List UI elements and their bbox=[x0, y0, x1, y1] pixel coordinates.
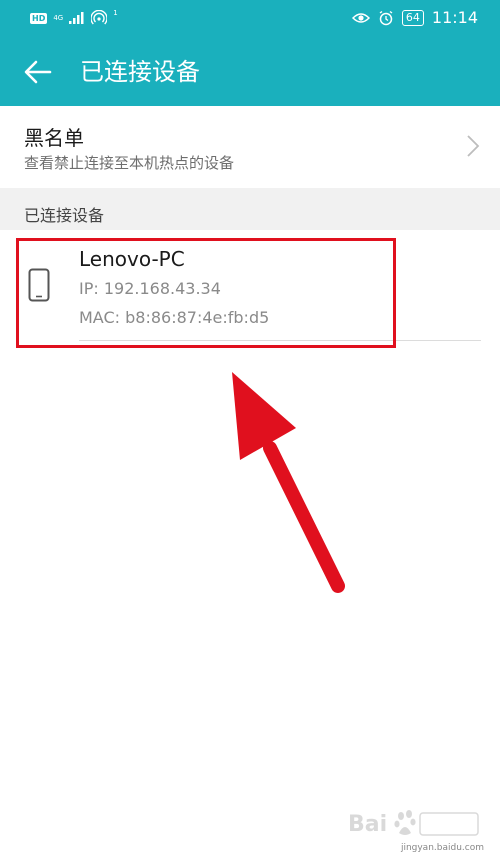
device-name: Lenovo-PC bbox=[79, 247, 185, 271]
chevron-right-icon bbox=[467, 135, 480, 157]
clock: 11:14 bbox=[431, 8, 478, 27]
back-arrow-icon[interactable] bbox=[22, 56, 54, 88]
status-right: 64 11:14 bbox=[351, 8, 478, 27]
page-title: 已连接设备 bbox=[80, 58, 200, 86]
device-mac: MAC: b8:86:87:4e:fb:d5 bbox=[79, 308, 270, 327]
blacklist-subtitle: 查看禁止连接至本机热点的设备 bbox=[24, 154, 235, 172]
app-bar: 已连接设备 bbox=[0, 38, 500, 106]
svg-text:Bai: Bai bbox=[348, 812, 387, 837]
section-header: 已连接设备 bbox=[0, 188, 500, 230]
hotspot-icon bbox=[91, 10, 108, 25]
section-header-label: 已连接设备 bbox=[24, 206, 105, 225]
hd-badge: HD bbox=[30, 12, 48, 24]
divider bbox=[79, 340, 481, 341]
blacklist-title: 黑名单 bbox=[24, 126, 84, 150]
battery-icon: 64 bbox=[401, 9, 424, 26]
watermark-url: jingyan.baidu.com bbox=[400, 843, 484, 853]
phone-icon bbox=[28, 268, 50, 302]
baidu-watermark-logo: Bai bbox=[348, 810, 479, 837]
device-ip: IP: 192.168.43.34 bbox=[79, 279, 221, 298]
hotspot-count: 1 bbox=[113, 9, 118, 17]
status-bar: HD 4G 1 64 11:14 bbox=[0, 0, 500, 38]
network-type: 4G bbox=[53, 13, 64, 22]
blacklist-item[interactable]: 黑名单 查看禁止连接至本机热点的设备 bbox=[0, 106, 500, 188]
eye-comfort-icon bbox=[351, 12, 370, 23]
screen: HD 4G 1 64 11:14 已连接设备 黑名单 查看禁止连接至本机热点的设… bbox=[0, 0, 500, 857]
alarm-icon bbox=[379, 10, 393, 25]
connected-device-item[interactable]: Lenovo-PC IP: 192.168.43.34 MAC: b8:86:8… bbox=[0, 230, 500, 345]
cell-signal-icon bbox=[69, 12, 84, 24]
status-left: HD 4G 1 bbox=[30, 10, 118, 26]
